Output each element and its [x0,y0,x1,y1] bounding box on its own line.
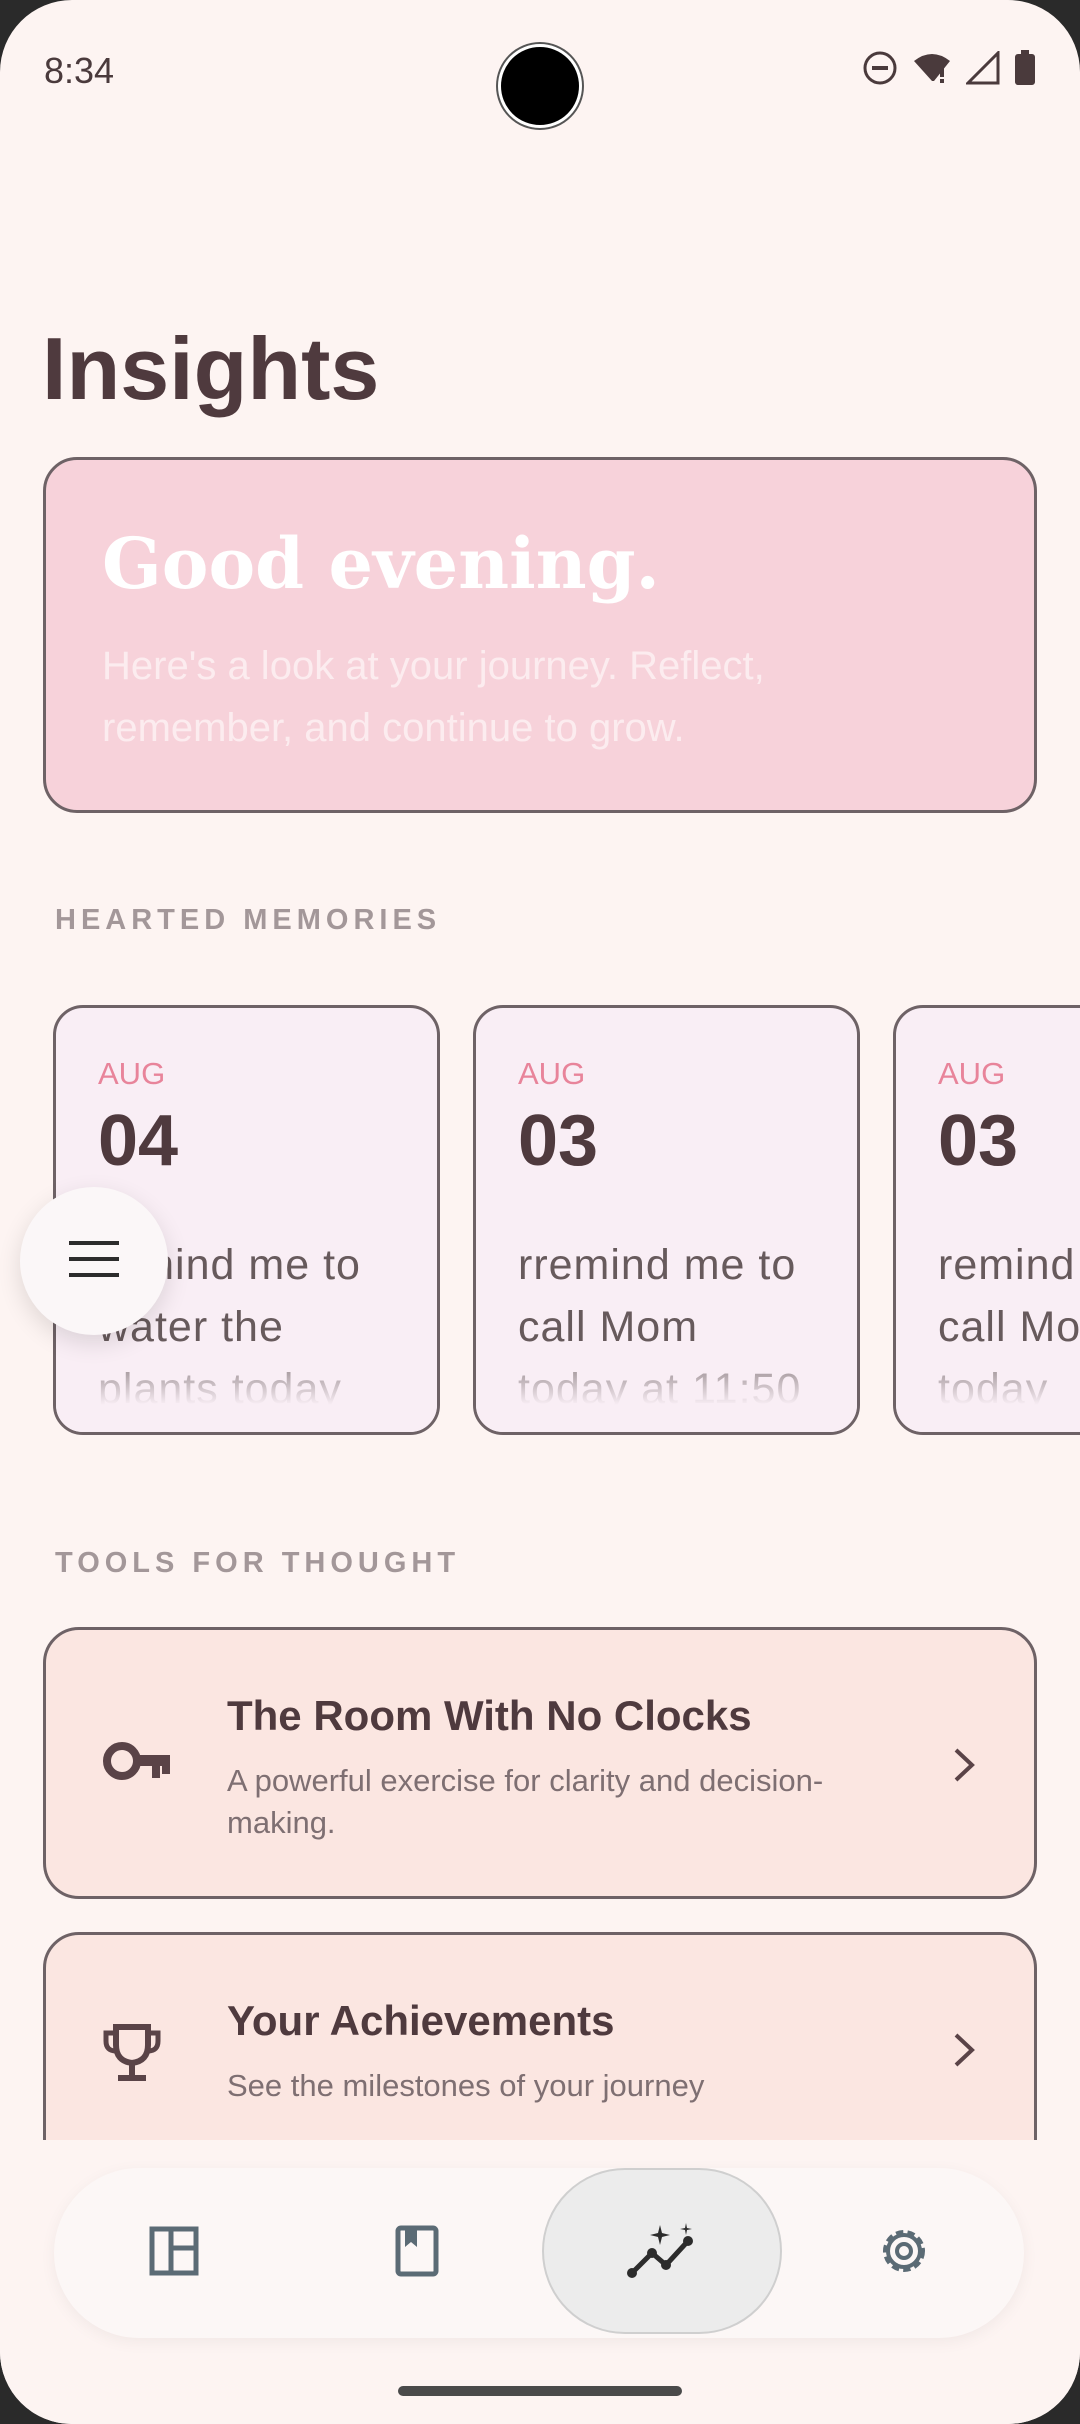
journal-icon [395,2225,439,2282]
greeting-text: Here's a look at your journey. Reflect, … [102,644,765,750]
trophy-icon [102,2023,162,2090]
tool-title: The Room With No Clocks [227,1692,752,1739]
wifi-icon [912,51,952,90]
bottom-navigation [54,2168,1024,2338]
greeting-title: Good evening. [102,522,660,605]
battery-icon [1014,50,1036,91]
tool-description: A powerful exercise for clarity and deci… [227,1763,824,1840]
key-icon [102,1738,172,1789]
do-not-disturb-icon [862,50,898,91]
hearted-memories-label: HEARTED MEMORIES [55,904,442,936]
signal-icon [964,49,1000,90]
camera-cutout [498,44,582,128]
page-title: Insights [42,319,380,418]
tool-title: Your Achievements [227,1997,615,2044]
greeting-card: Good evening. Here's a look at your jour… [43,457,1037,813]
memory-card[interactable]: AUG 03 remind me to call Mom today [893,1005,1080,1435]
memory-card[interactable]: AUG 03 rremind me to call Mom today at 1… [473,1005,860,1435]
nav-dashboard[interactable] [74,2168,274,2338]
tool-room-with-no-clocks[interactable]: The Room With No Clocks A powerful exerc… [43,1627,1037,1899]
settings-icon [877,2224,931,2283]
hamburger-menu-icon [69,1240,119,1282]
memory-day: 03 [938,1101,1019,1181]
nav-settings[interactable] [804,2168,1004,2338]
tool-description: See the milestones of your journey [227,2068,705,2103]
memory-month: AUG [518,1056,586,1091]
chevron-right-icon [952,1746,976,1789]
insights-icon [626,2222,698,2284]
memory-day: 03 [518,1101,599,1181]
memory-day: 04 [98,1101,179,1181]
memory-month: AUG [98,1056,166,1091]
status-time: 8:34 [44,50,115,91]
menu-button[interactable] [20,1187,168,1335]
home-indicator[interactable] [398,2386,682,2396]
chevron-right-icon [952,2031,976,2074]
app-screen: 8:34 Insights Good evening. Here's a loo… [0,0,1080,2424]
nav-insights[interactable] [562,2168,762,2338]
tools-for-thought-label: TOOLS FOR THOUGHT [55,1547,461,1579]
memory-month: AUG [938,1056,1006,1091]
status-icons [862,49,1036,91]
dashboard-icon [149,2226,199,2281]
hearted-memories-carousel[interactable]: AUG 04 remind me to water the plants tod… [0,1005,1080,1437]
nav-journal[interactable] [317,2168,517,2338]
